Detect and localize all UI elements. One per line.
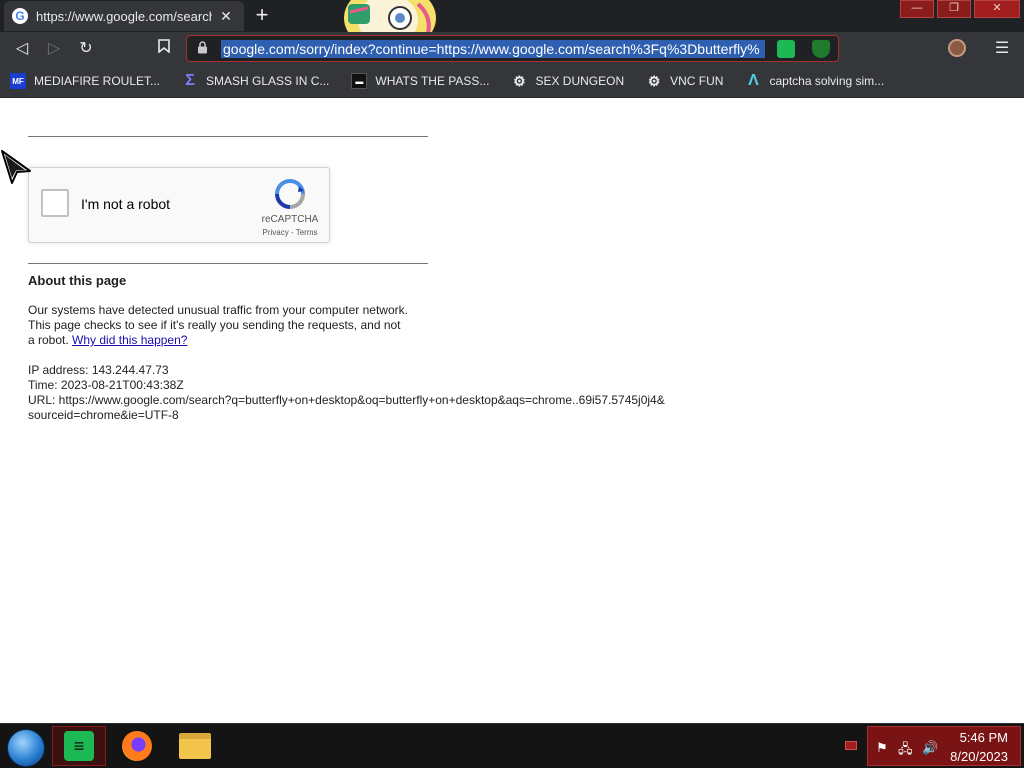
forward-button[interactable]: ▷: [42, 37, 66, 61]
tab-strip: G https://www.google.com/search?q=butter…: [0, 0, 1024, 52]
folder-icon: [179, 733, 211, 759]
whats-the-pass-icon: ▬: [351, 73, 368, 89]
bookmarks-bar: MF MEDIAFIRE ROULET... Σ SMASH GLASS IN …: [0, 65, 1024, 98]
close-tab-icon[interactable]: ✕: [218, 8, 234, 25]
bookmark-icon[interactable]: [152, 37, 176, 61]
clock-time[interactable]: 5:46 PM: [960, 730, 1008, 745]
page-content: I'm not a robot reCAPTCHA Privacy - Term…: [0, 99, 1024, 723]
bookmark-vnc-fun[interactable]: ⚙ VNC FUN: [646, 72, 724, 89]
bookmark-label: VNC FUN: [670, 74, 724, 88]
request-info: IP address: 143.244.47.73 Time: 2023-08-…: [28, 363, 668, 423]
tab-title: https://www.google.com/search?q=butterfl…: [36, 8, 212, 24]
bookmark-label: captcha solving sim...: [769, 74, 885, 88]
taskbar-firefox[interactable]: [110, 726, 164, 766]
clock-date[interactable]: 8/20/2023: [950, 749, 1008, 764]
gear-skull-icon: ⚙: [647, 72, 661, 89]
request-time: Time: 2023-08-21T00:43:38Z: [28, 378, 184, 392]
start-button[interactable]: [7, 729, 45, 767]
flag-icon[interactable]: ⚑: [876, 740, 888, 756]
recaptcha-checkbox[interactable]: [41, 189, 69, 217]
back-button[interactable]: ◁: [10, 37, 34, 61]
reload-button[interactable]: ↻: [74, 37, 98, 61]
recaptcha-widget: I'm not a robot reCAPTCHA Privacy - Term…: [28, 167, 330, 243]
tab-google-search[interactable]: G https://www.google.com/search?q=butter…: [4, 1, 244, 31]
ip-address: IP address: 143.244.47.73: [28, 363, 169, 377]
network-icon[interactable]: 🖧: [898, 740, 913, 762]
lock-icon: [197, 40, 217, 57]
volume-icon[interactable]: 🔊: [922, 740, 938, 756]
new-tab-button[interactable]: +: [250, 4, 274, 28]
browser-toolbar: ◁ ▷ ↻ google.com/sorry/index?continue=ht…: [0, 32, 1024, 65]
smash-glass-icon: Σ: [185, 72, 195, 89]
system-tray: ⚑ 🖧 🔊 5:46 PM 8/20/2023: [867, 726, 1021, 766]
spotify-icon: ≡: [64, 731, 94, 761]
divider: [28, 263, 428, 264]
spotify-extension-icon[interactable]: [777, 40, 795, 58]
bookmark-label: SEX DUNGEON: [535, 74, 625, 88]
mediafire-icon: MF: [10, 73, 26, 89]
minimize-button[interactable]: —: [900, 0, 934, 18]
browser-menu-icon[interactable]: ☰: [992, 37, 1012, 61]
recaptcha-brand: reCAPTCHA: [261, 214, 319, 225]
firefox-icon: [122, 731, 152, 761]
mouse-cursor-icon: [1, 150, 31, 184]
close-window-button[interactable]: ✕: [974, 0, 1020, 18]
window-controls: — ❐ ✕: [897, 0, 1020, 18]
divider: [28, 136, 428, 137]
google-favicon-icon: G: [12, 8, 28, 24]
captcha-sim-icon: Λ: [748, 72, 759, 89]
bookmark-label: SMASH GLASS IN C...: [206, 74, 330, 88]
unusual-traffic-explanation: Our systems have detected unusual traffi…: [28, 303, 408, 348]
bookmark-whats-the-pass[interactable]: ▬ WHATS THE PASS...: [351, 73, 489, 89]
show-hidden-icons-button[interactable]: [845, 741, 857, 750]
taskbar: ≡ ⚑ 🖧 🔊 5:46 PM 8/20/2023: [0, 723, 1024, 768]
profile-avatar[interactable]: [948, 39, 966, 57]
recaptcha-privacy-terms-links[interactable]: Privacy - Terms: [253, 228, 327, 237]
taskbar-spotify[interactable]: ≡: [52, 726, 106, 766]
bookmark-captcha-solving-sim[interactable]: Λ captcha solving sim...: [745, 72, 885, 89]
address-bar-url[interactable]: google.com/sorry/index?continue=https://…: [221, 39, 765, 58]
recaptcha-logo-icon: [275, 179, 305, 209]
bookmark-label: MEDIAFIRE ROULET...: [34, 74, 161, 88]
taskbar-file-explorer[interactable]: [168, 726, 222, 766]
address-bar[interactable]: google.com/sorry/index?continue=https://…: [186, 35, 839, 62]
recaptcha-label: I'm not a robot: [81, 196, 171, 212]
maximize-button[interactable]: ❐: [937, 0, 971, 18]
shield-extension-icon[interactable]: [812, 40, 830, 58]
bookmark-label: WHATS THE PASS...: [375, 74, 490, 88]
bookmark-mediafire-roulette[interactable]: MF MEDIAFIRE ROULET...: [10, 73, 160, 89]
why-did-this-happen-link[interactable]: Why did this happen?: [72, 333, 187, 347]
gear-skull-icon: ⚙: [513, 72, 526, 89]
bookmark-smash-glass[interactable]: Σ SMASH GLASS IN C...: [182, 72, 330, 89]
bookmark-sex-dungeon[interactable]: ⚙ SEX DUNGEON: [511, 73, 624, 89]
request-url: URL: https://www.google.com/search?q=but…: [28, 393, 665, 422]
about-heading: About this page: [28, 273, 127, 288]
